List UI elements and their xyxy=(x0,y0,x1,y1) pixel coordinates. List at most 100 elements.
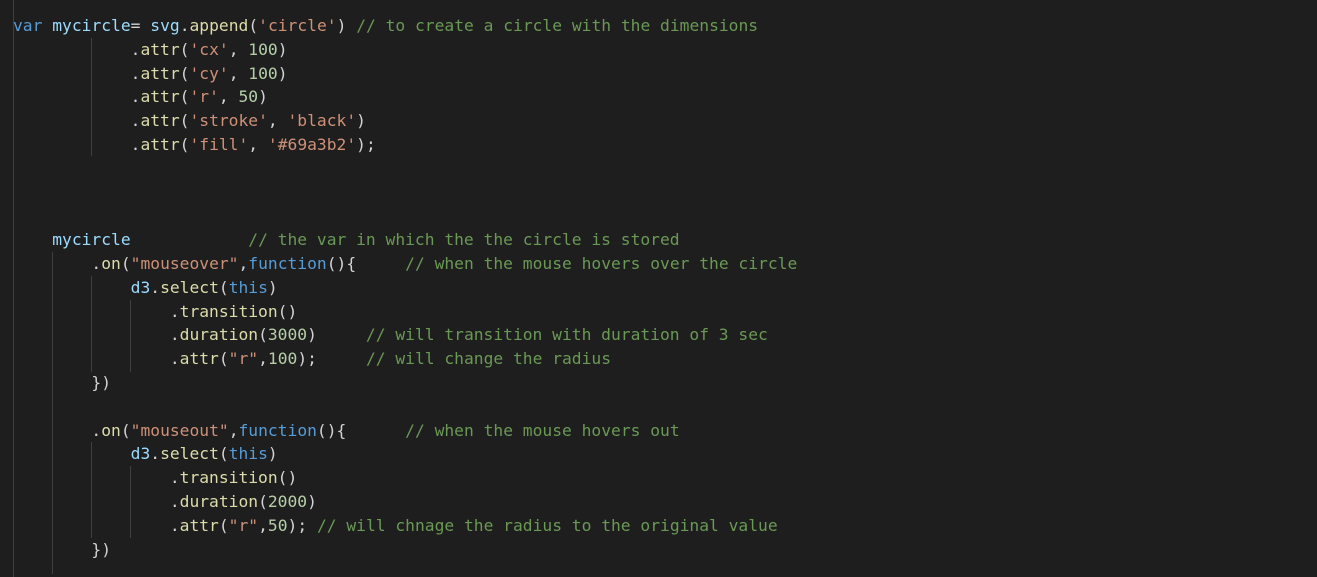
code-token-punc: ( xyxy=(179,135,190,154)
code-token-str: 'cy' xyxy=(189,63,229,83)
code-token-kw: function xyxy=(238,420,317,440)
code-token-fn: on xyxy=(101,254,121,273)
code-token-fn: attr xyxy=(179,515,219,535)
code-token-plain: , xyxy=(248,135,268,154)
code-token-punc: ( xyxy=(179,63,190,83)
code-line[interactable]: .attr('cx', 100) xyxy=(13,38,288,62)
code-token-plain: . xyxy=(13,254,102,273)
code-token-punc: ( xyxy=(218,515,229,535)
code-token-var: d3 xyxy=(130,277,151,297)
code-token-str: 'r' xyxy=(189,87,219,107)
code-token-punc: ( xyxy=(248,16,259,35)
code-token-cmt: // will change the radius xyxy=(365,349,612,369)
code-token-cmt: // will transition with duration of 3 se… xyxy=(365,325,768,345)
code-token-punc: ) xyxy=(336,16,347,35)
code-line[interactable]: d3.select(this) xyxy=(13,276,278,300)
code-line[interactable]: .on("mouseover",function(){ // when the … xyxy=(13,252,797,276)
code-token-punc: ( xyxy=(218,277,229,297)
code-token-punc: ( xyxy=(120,420,131,440)
code-token-fn: append xyxy=(189,16,249,35)
code-token-fn: attr xyxy=(140,87,180,107)
code-token-plain: . xyxy=(13,135,141,154)
code-token-plain: . xyxy=(13,301,180,321)
code-editor[interactable]: var mycircle= svg.append('circle') // to… xyxy=(0,0,1317,577)
code-token-plain: , xyxy=(258,515,268,535)
code-line[interactable]: var mycircle= svg.append('circle') // to… xyxy=(13,14,758,38)
code-token-num: 100 xyxy=(248,63,278,83)
code-token-plain: , xyxy=(267,111,288,131)
code-token-punc: ( xyxy=(120,254,131,273)
code-token-str: "mouseout" xyxy=(130,420,229,440)
code-token-plain: , xyxy=(218,87,239,107)
code-token-num: 3000 xyxy=(267,325,308,345)
code-token-punc: ); xyxy=(297,349,317,369)
code-token-str: "r" xyxy=(228,515,259,535)
code-token-fn: attr xyxy=(179,349,219,369)
code-token-punc: ( xyxy=(179,39,190,59)
code-token-plain: . xyxy=(13,420,102,440)
code-line[interactable]: .on("mouseout",function(){ // when the m… xyxy=(13,419,679,443)
code-token-plain: , xyxy=(258,349,268,369)
code-line[interactable]: d3.select(this) xyxy=(13,442,278,466)
code-token-plain: . xyxy=(13,325,180,345)
code-token-str: "mouseover" xyxy=(130,254,239,273)
code-token-punc: ) xyxy=(258,87,268,107)
code-line[interactable]: .attr('cy', 100) xyxy=(13,62,288,86)
code-token-plain: , xyxy=(228,39,249,59)
code-token-str: "r" xyxy=(228,349,259,369)
code-token-fn: transition xyxy=(179,468,278,488)
code-token-punc: () xyxy=(277,301,298,321)
code-line[interactable]: .attr("r",100); // will change the radiu… xyxy=(13,347,611,371)
code-token-str: 'circle' xyxy=(258,16,337,35)
code-line[interactable]: mycircle // the var in which the the cir… xyxy=(13,228,679,252)
code-token-punc: (){ xyxy=(326,254,357,273)
code-token-punc: ) xyxy=(356,111,366,131)
code-line[interactable]: .attr('r', 50) xyxy=(13,85,268,109)
code-token-cmt: // will chnage the radius to the origina… xyxy=(316,515,778,535)
code-token-fn: duration xyxy=(179,492,259,511)
code-token-plain: , xyxy=(228,420,239,440)
code-token-num: 2000 xyxy=(267,492,308,511)
code-token-cmt: // to create a circle with the dimension… xyxy=(356,16,759,35)
code-line[interactable]: .transition() xyxy=(13,466,297,490)
code-token-punc: ( xyxy=(218,444,229,464)
code-token-str: 'fill' xyxy=(189,135,249,154)
code-token-fn: select xyxy=(160,277,219,297)
code-line[interactable]: .attr('stroke', 'black') xyxy=(13,109,366,133)
code-line[interactable]: }) xyxy=(13,538,111,562)
code-token-plain: . xyxy=(13,492,180,511)
code-token-plain: . xyxy=(13,468,180,488)
code-token-str: 'black' xyxy=(287,111,357,131)
code-token-punc: () xyxy=(277,468,298,488)
code-token-plain: , xyxy=(238,254,249,273)
code-token-plain: . xyxy=(13,87,141,107)
code-token-punc: }) xyxy=(91,373,112,392)
code-token-plain: . xyxy=(179,16,190,35)
code-line[interactable]: .duration(2000) xyxy=(13,490,317,514)
code-token-punc: ( xyxy=(218,349,229,369)
code-token-fn: attr xyxy=(140,111,180,131)
code-token-fn: attr xyxy=(140,39,180,59)
code-token-var: d3 xyxy=(130,444,151,464)
code-token-plain: . xyxy=(13,515,180,535)
code-token-punc: ) xyxy=(277,63,288,83)
code-token-punc: ) xyxy=(307,492,317,511)
code-line[interactable]: }) xyxy=(13,371,111,395)
code-line[interactable]: .attr("r",50); // will chnage the radius… xyxy=(13,514,778,538)
code-line[interactable]: .attr('fill', '#69a3b2'); xyxy=(13,133,376,157)
code-token-str: 'cx' xyxy=(189,39,229,59)
code-token-punc: ) xyxy=(267,444,278,464)
code-line[interactable]: .duration(3000) // will transition with … xyxy=(13,323,768,347)
code-token-var: mycircle xyxy=(52,230,131,250)
code-token-fn: on xyxy=(101,420,121,440)
code-token-kw: var xyxy=(13,16,43,35)
code-line[interactable]: .transition() xyxy=(13,300,297,324)
code-token-plain: . xyxy=(13,111,141,131)
code-token-kw: this xyxy=(228,277,268,297)
